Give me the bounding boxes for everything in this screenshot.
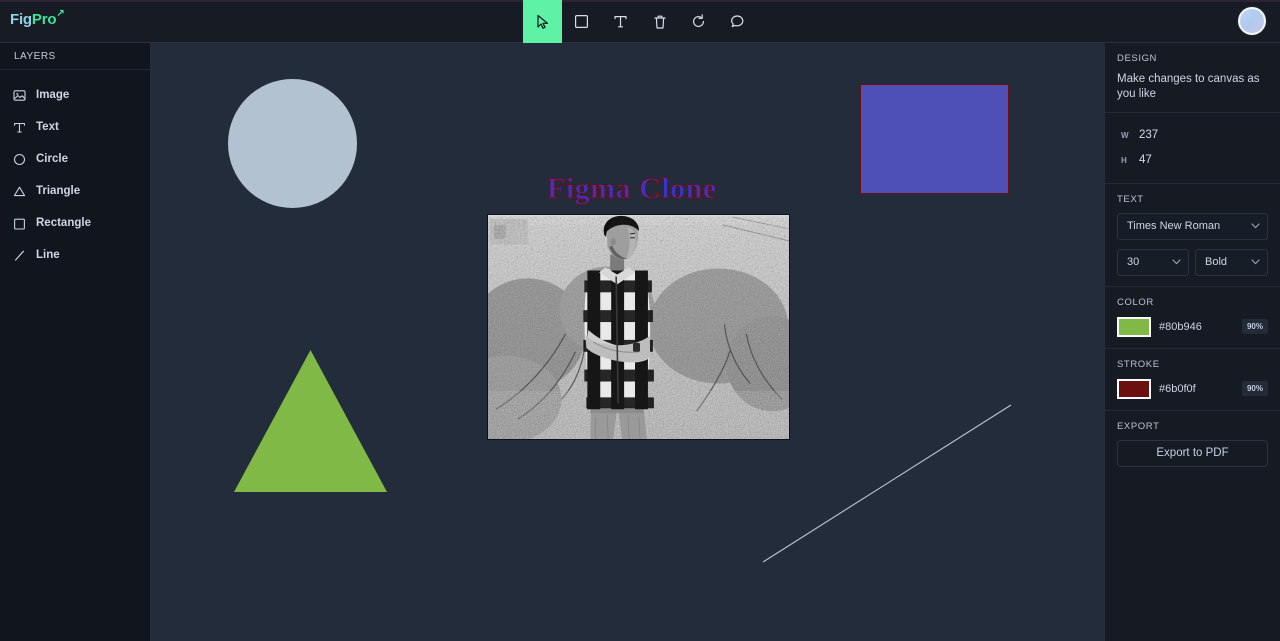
sidebar-item-circle[interactable]: Circle <box>0 143 150 175</box>
canvas-object-line[interactable] <box>751 393 1021 573</box>
user-avatar[interactable] <box>1238 7 1266 35</box>
chevron-down-icon <box>1172 258 1181 267</box>
sidebar-item-text[interactable]: Text <box>0 111 150 143</box>
canvas-object-triangle[interactable] <box>234 350 387 492</box>
height-value: 47 <box>1139 154 1152 167</box>
sidebar-item-label: Image <box>36 89 70 101</box>
font-size-value: 30 <box>1127 256 1140 269</box>
app-logo[interactable]: Fig Pro ↗ <box>10 8 65 29</box>
sidebar-item-label: Rectangle <box>36 217 91 229</box>
export-to-pdf-button[interactable]: Export to PDF <box>1117 439 1268 467</box>
logo-text-primary: Fig <box>10 11 32 28</box>
fill-opacity-badge: 90% <box>1241 319 1268 335</box>
width-value: 237 <box>1139 129 1159 142</box>
figma-clone-app: Fig Pro ↗ LAYERS Image Text Circle Trian… <box>0 0 1280 641</box>
image-icon <box>13 89 26 102</box>
stroke-color-swatch[interactable] <box>1117 378 1151 399</box>
sidebar-item-rectangle[interactable]: Rectangle <box>0 207 150 239</box>
logo-text-secondary: Pro <box>31 11 57 28</box>
font-options-row: 30 Bold <box>1117 248 1268 276</box>
workspace: LAYERS Image Text Circle Triangle Rectan… <box>0 43 1280 641</box>
export-section: EXPORT Export to PDF <box>1105 411 1280 477</box>
canvas-object-circle[interactable] <box>228 79 357 208</box>
width-row[interactable]: W 237 <box>1117 123 1268 148</box>
color-heading: COLOR <box>1117 296 1154 308</box>
export-heading: EXPORT <box>1117 420 1160 432</box>
sidebar-item-image[interactable]: Image <box>0 79 150 111</box>
design-subtitle: Make changes to canvas as you like <box>1117 73 1260 100</box>
layers-list: Image Text Circle Triangle Rectangle Lin… <box>0 70 150 271</box>
text-icon <box>13 121 26 134</box>
line-icon <box>13 249 26 262</box>
comment-tool[interactable] <box>718 0 757 43</box>
color-section: COLOR #80b946 90% <box>1105 287 1280 349</box>
design-heading: DESIGN <box>1117 53 1158 64</box>
height-row[interactable]: H 47 <box>1117 148 1268 173</box>
canvas-object-rectangle[interactable] <box>860 84 1009 194</box>
design-header-section: DESIGN Make changes to canvas as you lik… <box>1105 43 1280 113</box>
sidebar-item-label: Circle <box>36 153 68 165</box>
design-panel: DESIGN Make changes to canvas as you lik… <box>1104 43 1280 641</box>
reset-tool[interactable] <box>679 0 718 43</box>
font-weight-value: Bold <box>1205 256 1228 269</box>
dimensions-section: W 237 H 47 <box>1105 113 1280 184</box>
triangle-icon <box>13 185 26 198</box>
fill-color-swatch[interactable] <box>1117 316 1151 337</box>
font-family-value: Times New Roman <box>1127 220 1221 233</box>
delete-tool[interactable] <box>640 0 679 43</box>
text-tool[interactable] <box>601 0 640 43</box>
sidebar-item-label: Text <box>36 121 59 133</box>
toolbar <box>523 0 757 43</box>
stroke-opacity-badge: 90% <box>1241 381 1268 397</box>
layers-heading: LAYERS <box>0 43 150 70</box>
text-section: TEXT Times New Roman 30 Bold <box>1105 184 1280 287</box>
avatar <box>1238 7 1266 35</box>
text-heading: TEXT <box>1117 193 1144 205</box>
stroke-heading: STROKE <box>1117 358 1160 370</box>
font-size-select[interactable]: 30 <box>1117 248 1189 276</box>
canvas-object-image[interactable] <box>487 214 790 440</box>
layers-sidebar: LAYERS Image Text Circle Triangle Rectan… <box>0 43 151 641</box>
sidebar-item-label: Triangle <box>36 185 81 197</box>
sidebar-item-line[interactable]: Line <box>0 239 150 271</box>
rectangle-icon <box>13 217 26 230</box>
canvas-object-text[interactable]: Figma Clone <box>547 172 717 206</box>
font-weight-select[interactable]: Bold <box>1195 248 1268 276</box>
sidebar-item-label: Line <box>36 249 60 261</box>
fill-color-hex: #80b946 <box>1159 320 1202 333</box>
stroke-color-hex: #6b0f0f <box>1159 382 1196 395</box>
color-row[interactable]: #80b946 90% <box>1117 316 1268 338</box>
arrow-up-right-icon: ↗ <box>56 8 65 19</box>
select-cursor-tool[interactable] <box>523 0 562 43</box>
circle-icon <box>13 153 26 166</box>
width-label: W <box>1121 130 1129 140</box>
rectangle-tool[interactable] <box>562 0 601 43</box>
font-family-select[interactable]: Times New Roman <box>1117 212 1268 240</box>
chevron-down-icon <box>1251 258 1260 267</box>
stroke-row[interactable]: #6b0f0f 90% <box>1117 378 1268 400</box>
design-canvas[interactable]: Figma Clone <box>151 43 1104 641</box>
sidebar-item-triangle[interactable]: Triangle <box>0 175 150 207</box>
stroke-section: STROKE #6b0f0f 90% <box>1105 349 1280 411</box>
navbar: Fig Pro ↗ <box>0 0 1280 43</box>
chevron-down-icon <box>1251 222 1260 231</box>
height-label: H <box>1121 155 1128 165</box>
